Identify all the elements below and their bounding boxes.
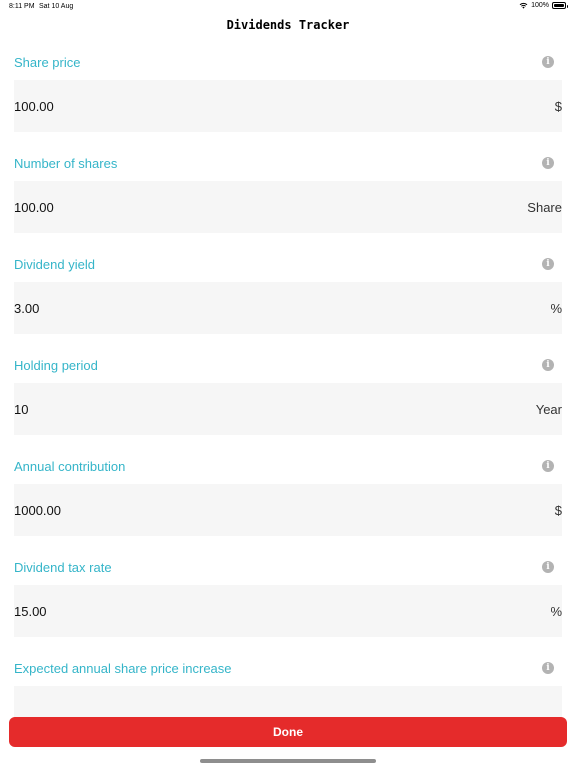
battery-icon: [552, 2, 568, 9]
field-holding-period: Holding period i 10 Year: [0, 349, 576, 450]
field-dividend-tax-rate: Dividend tax rate i 15.00 %: [0, 551, 576, 652]
home-indicator[interactable]: [200, 759, 376, 763]
field-unit: %: [550, 301, 562, 316]
field-value: 100.00: [14, 99, 54, 114]
battery-percent: 100%: [531, 2, 549, 9]
field-unit: $: [554, 99, 562, 114]
field-label: Dividend yield: [14, 257, 95, 272]
status-bar: 8:11 PM Sat 10 Aug 100%: [0, 0, 576, 14]
share-price-input[interactable]: 100.00 $: [14, 80, 562, 132]
field-label: Number of shares: [14, 156, 118, 171]
info-icon[interactable]: i: [542, 662, 554, 674]
field-value: 15.00: [14, 604, 47, 619]
field-dividend-yield: Dividend yield i 3.00 %: [0, 248, 576, 349]
info-icon[interactable]: i: [542, 561, 554, 573]
field-share-price: Share price i 100.00 $: [0, 46, 576, 147]
field-label: Dividend tax rate: [14, 560, 112, 575]
field-label: Share price: [14, 55, 81, 70]
field-annual-contribution: Annual contribution i 1000.00 $: [0, 450, 576, 551]
wifi-icon: [519, 2, 528, 9]
page-title: Dividends Tracker: [226, 18, 350, 32]
holding-period-input[interactable]: 10 Year: [14, 383, 562, 435]
annual-contribution-input[interactable]: 1000.00 $: [14, 484, 562, 536]
dividend-yield-input[interactable]: 3.00 %: [14, 282, 562, 334]
field-label: Expected annual share price increase: [14, 661, 232, 676]
status-date: Sat 10 Aug: [39, 3, 74, 10]
number-of-shares-input[interactable]: 100.00 Share: [14, 181, 562, 233]
field-unit: Share: [527, 200, 562, 215]
calculator-form: Share price i 100.00 $ Number of shares …: [0, 46, 576, 753]
dividend-tax-rate-input[interactable]: 15.00 %: [14, 585, 562, 637]
field-unit: $: [554, 503, 562, 518]
info-icon[interactable]: i: [542, 258, 554, 270]
info-icon[interactable]: i: [542, 359, 554, 371]
field-value: 10: [14, 402, 29, 417]
done-button[interactable]: Done: [9, 717, 567, 747]
field-value: 3.00: [14, 301, 40, 316]
field-number-of-shares: Number of shares i 100.00 Share: [0, 147, 576, 248]
status-time: 8:11 PM: [9, 3, 35, 10]
field-label: Annual contribution: [14, 459, 126, 474]
field-value: 100.00: [14, 200, 54, 215]
info-icon[interactable]: i: [542, 460, 554, 472]
field-value: 1000.00: [14, 503, 61, 518]
field-label: Holding period: [14, 358, 98, 373]
info-icon[interactable]: i: [542, 56, 554, 68]
status-right: 100%: [519, 2, 568, 9]
field-unit: %: [550, 604, 562, 619]
info-icon[interactable]: i: [542, 157, 554, 169]
field-unit: Year: [535, 402, 562, 417]
